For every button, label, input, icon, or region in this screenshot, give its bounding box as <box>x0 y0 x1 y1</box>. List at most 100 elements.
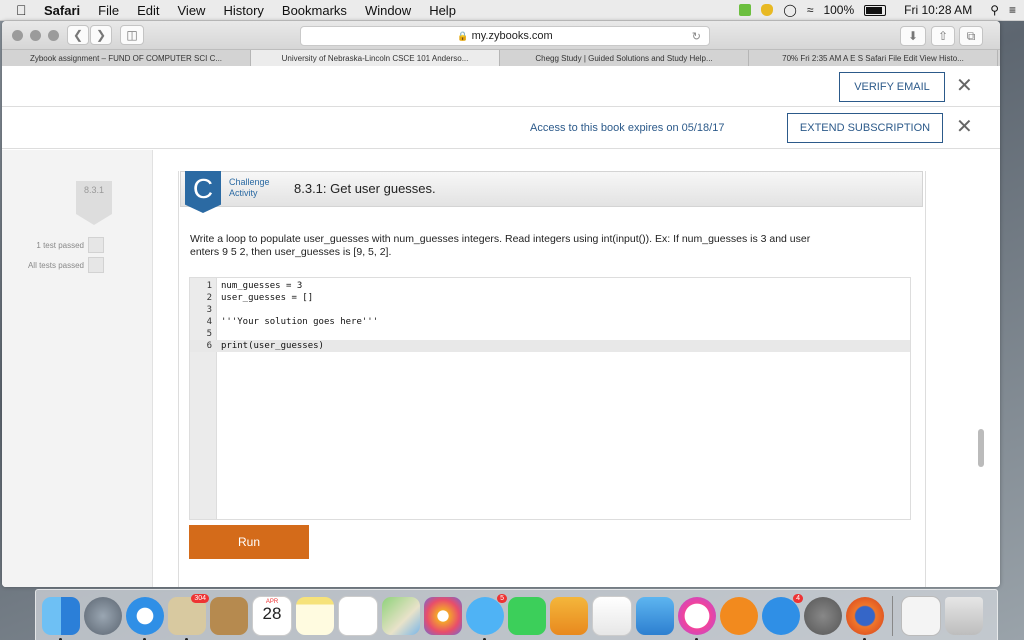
browser-window: ❮ ❯ ◫ 🔒 my.zybooks.com ↻ ⬇ ⇧ ⧉ Zybook as… <box>2 21 1000 587</box>
instructions-line2: enters 9 5 2, then user_guesses is [9, 5… <box>190 246 392 258</box>
tab-bar: Zybook assignment – FUND OF COMPUTER SCI… <box>2 49 1000 67</box>
launchpad-icon[interactable] <box>84 596 122 635</box>
browser-toolbar: ❮ ❯ ◫ 🔒 my.zybooks.com ↻ ⬇ ⇧ ⧉ <box>2 21 1000 49</box>
shield-icon[interactable] <box>761 4 774 16</box>
tab-screenshot[interactable]: 70% Fri 2:35 AM A E S Safari File Edit V… <box>749 50 998 66</box>
battery-icon[interactable] <box>864 4 887 16</box>
code-line-current[interactable]: 6 print(user_guesses) <box>190 340 910 352</box>
subscription-banner: Access to this book expires on 05/18/17 … <box>2 106 1000 149</box>
code-line[interactable]: 1 num_guesses = 3 <box>190 280 910 292</box>
back-button[interactable]: ❮ <box>67 25 89 45</box>
forward-button[interactable]: ❯ <box>90 25 112 45</box>
battery-percent: 100% <box>823 3 855 17</box>
mail-icon[interactable]: 304 <box>168 593 209 640</box>
line-number: 2 <box>206 293 212 303</box>
itunes-icon[interactable] <box>678 596 716 640</box>
close-icon[interactable]: ✕ <box>956 73 973 98</box>
code-text: print(user_guesses) <box>221 341 324 351</box>
maps-icon[interactable] <box>382 596 420 635</box>
run-button[interactable]: Run <box>189 525 309 559</box>
address-bar[interactable]: 🔒 my.zybooks.com ↻ <box>300 26 710 46</box>
tab-zybook[interactable]: Zybook assignment – FUND OF COMPUTER SCI… <box>2 50 251 66</box>
menu-view[interactable]: View <box>178 3 206 18</box>
wifi-icon[interactable]: ≈ <box>807 3 814 17</box>
tab-unl-csce[interactable]: University of Nebraska-Lincoln CSCE 101 … <box>251 50 500 66</box>
verify-email-button[interactable]: VERIFY EMAIL <box>839 72 945 102</box>
code-text: '''Your solution goes here''' <box>221 317 379 327</box>
code-editor[interactable]: 1 num_guesses = 3 2 user_guesses = [] 3 … <box>189 277 911 520</box>
code-text: num_guesses = 3 <box>221 281 303 291</box>
apple-icon[interactable]:  <box>16 2 32 18</box>
evernote-icon[interactable] <box>739 4 752 16</box>
code-text: user_guesses = [] <box>221 293 314 303</box>
zoom-window-icon[interactable] <box>48 29 59 41</box>
numbers-icon[interactable] <box>592 595 632 636</box>
keynote-icon[interactable] <box>636 596 674 635</box>
sidebar-toggle-icon[interactable]: ◫ <box>120 25 144 45</box>
spotlight-icon[interactable]: ⚲ <box>990 3 999 17</box>
dock: 304 APR 28 5 4 <box>35 589 998 640</box>
close-window-icon[interactable] <box>12 29 23 41</box>
extend-subscription-button[interactable]: EXTEND SUBSCRIPTION <box>787 113 943 143</box>
reload-icon[interactable]: ↻ <box>692 30 701 43</box>
finder-icon[interactable] <box>42 596 80 640</box>
calendar-icon[interactable]: APR 28 <box>252 595 292 636</box>
close-icon[interactable]: ✕ <box>956 114 973 139</box>
line-number: 5 <box>206 329 212 339</box>
clock[interactable]: Fri 10:28 AM <box>904 3 972 17</box>
menu-safari[interactable]: Safari <box>44 3 80 18</box>
photos-icon[interactable] <box>424 596 462 635</box>
test-passed-checkbox <box>88 237 104 253</box>
share-icon[interactable]: ⇧ <box>931 26 955 46</box>
code-line[interactable]: 4 '''Your solution goes here''' <box>190 316 910 328</box>
tabs-overview-icon[interactable]: ⧉ <box>959 26 983 46</box>
documents-icon[interactable] <box>901 595 941 636</box>
time-machine-icon[interactable]: ◯ <box>783 3 796 17</box>
test-passed-row: 1 test passed <box>8 237 104 253</box>
page-scrollbar[interactable] <box>978 429 984 467</box>
instructions-line1: Write a loop to populate user_guesses wi… <box>190 233 811 245</box>
activity-type-line1: Challenge <box>229 177 270 187</box>
contacts-icon[interactable] <box>210 596 248 635</box>
menu-history[interactable]: History <box>223 3 263 18</box>
facetime-icon[interactable] <box>508 596 546 635</box>
ibooks-icon[interactable] <box>720 596 758 635</box>
downloads-icon[interactable]: ⬇ <box>900 26 926 46</box>
calendar-day: 28 <box>262 603 282 623</box>
test-passed-label: 1 test passed <box>36 240 84 250</box>
code-line[interactable]: 3 <box>190 304 910 316</box>
app-store-badge: 4 <box>793 593 803 603</box>
app-store-icon[interactable]: 4 <box>762 593 803 635</box>
messages-icon[interactable]: 5 <box>466 593 507 640</box>
verify-email-banner: VERIFY EMAIL ✕ <box>2 66 1000 107</box>
menu-bar:  Safari File Edit View History Bookmark… <box>0 0 1024 21</box>
line-number: 6 <box>206 341 212 351</box>
menu-file[interactable]: File <box>98 3 119 18</box>
reminders-icon[interactable] <box>338 595 378 636</box>
activity-type: Challenge Activity <box>229 177 289 199</box>
challenge-icon: C <box>185 171 221 213</box>
code-line[interactable]: 5 <box>190 328 910 340</box>
tab-chegg[interactable]: Chegg Study | Guided Solutions and Study… <box>500 50 749 66</box>
notes-icon[interactable] <box>296 596 334 635</box>
url-text: my.zybooks.com <box>471 30 553 42</box>
section-badge-label: 8.3.1 <box>83 185 105 195</box>
firefox-icon[interactable] <box>846 596 884 640</box>
minimize-window-icon[interactable] <box>30 29 41 41</box>
all-tests-passed-checkbox <box>88 257 104 273</box>
code-line[interactable]: 2 user_guesses = [] <box>190 292 910 304</box>
new-tab-button[interactable]: + <box>998 50 1000 66</box>
messages-badge: 5 <box>497 593 507 603</box>
menu-window[interactable]: Window <box>365 3 411 18</box>
left-column <box>2 150 153 587</box>
instructions: Write a loop to populate user_guesses wi… <box>190 233 890 259</box>
safari-icon[interactable] <box>126 596 164 640</box>
system-preferences-icon[interactable] <box>804 596 842 635</box>
menu-bookmarks[interactable]: Bookmarks <box>282 3 347 18</box>
list-icon[interactable]: ≡ <box>1009 3 1016 17</box>
line-number: 1 <box>206 281 212 291</box>
trash-icon[interactable] <box>945 596 983 635</box>
menu-help[interactable]: Help <box>429 3 456 18</box>
pages-icon[interactable] <box>550 596 588 635</box>
menu-edit[interactable]: Edit <box>137 3 159 18</box>
